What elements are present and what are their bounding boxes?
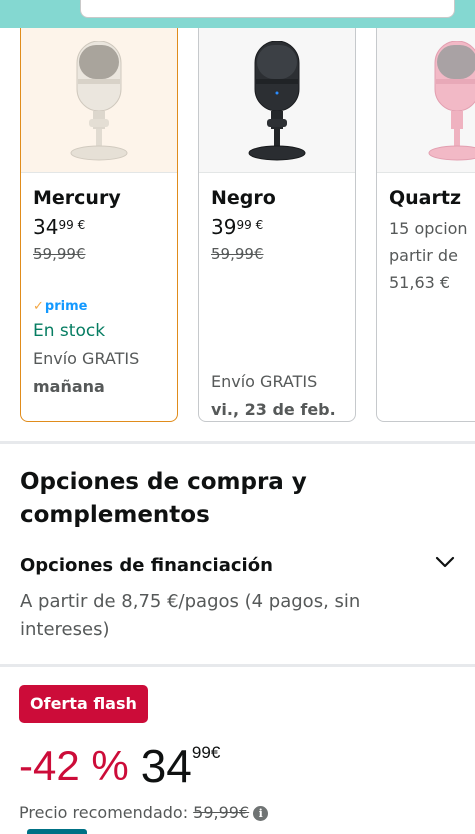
shipping-text: Envío GRATIS	[33, 349, 140, 368]
variant-options-line: partir de	[389, 246, 458, 265]
section-divider	[0, 664, 475, 667]
search-input[interactable]	[80, 0, 455, 18]
variant-price: 3999 €	[211, 215, 264, 239]
financing-options-text: A partir de 8,75 €/pagos (4 pagos, sin i…	[20, 591, 361, 640]
purchase-options-section: Opciones de compra y complementos	[20, 466, 460, 532]
variant-name: Quartz	[389, 187, 462, 209]
product-image	[199, 28, 355, 172]
flash-deal-badge: Oferta flash	[19, 685, 148, 723]
deal-price: 3499€	[140, 740, 221, 792]
recommended-price: Precio recomendado: 59,99€ i	[19, 803, 269, 822]
variant-price: 3499 €	[33, 215, 86, 239]
variant-carousel[interactable]: Mercury 3499 € 59,99€ ✓prime En stock En…	[0, 28, 475, 428]
microphone-image	[70, 41, 128, 161]
delivery-date: vi., 23 de feb.	[211, 400, 336, 419]
variant-options-line: 51,63 €	[389, 273, 451, 292]
section-divider	[0, 441, 475, 444]
scroll-indicator	[27, 829, 87, 834]
variant-name: Mercury	[33, 187, 121, 209]
microphone-image	[428, 41, 475, 161]
variant-name: Negro	[211, 187, 276, 209]
variant-list-price: 59,99€	[33, 245, 86, 263]
financing-options-title[interactable]: Opciones de financiación	[20, 555, 273, 576]
deal-price-row: -42 % 3499€	[19, 736, 220, 796]
prime-badge: ✓prime	[33, 299, 88, 314]
purchase-options-title: Opciones de compra y complementos	[20, 469, 307, 528]
delivery-date: mañana	[33, 377, 105, 396]
chevron-down-icon[interactable]	[434, 552, 456, 572]
variant-card-quartz[interactable]: Quartz 15 opcion partir de 51,63 €	[376, 28, 475, 422]
variant-options-line: 15 opcion	[389, 219, 468, 238]
variant-card-mercury[interactable]: Mercury 3499 € 59,99€ ✓prime En stock En…	[20, 28, 178, 422]
microphone-image	[248, 41, 306, 161]
availability-text: En stock	[33, 321, 106, 341]
variant-card-negro[interactable]: Negro 3999 € 59,99€ Envío GRATIS vi., 23…	[198, 28, 356, 422]
shipping-text: Envío GRATIS	[211, 372, 318, 391]
discount-percent: -42 %	[19, 742, 129, 789]
search-header	[0, 0, 475, 28]
prime-check-icon: ✓	[33, 299, 44, 314]
product-image	[21, 28, 177, 172]
info-icon[interactable]: i	[253, 806, 269, 821]
product-image	[377, 28, 475, 172]
variant-list-price: 59,99€	[211, 245, 264, 263]
